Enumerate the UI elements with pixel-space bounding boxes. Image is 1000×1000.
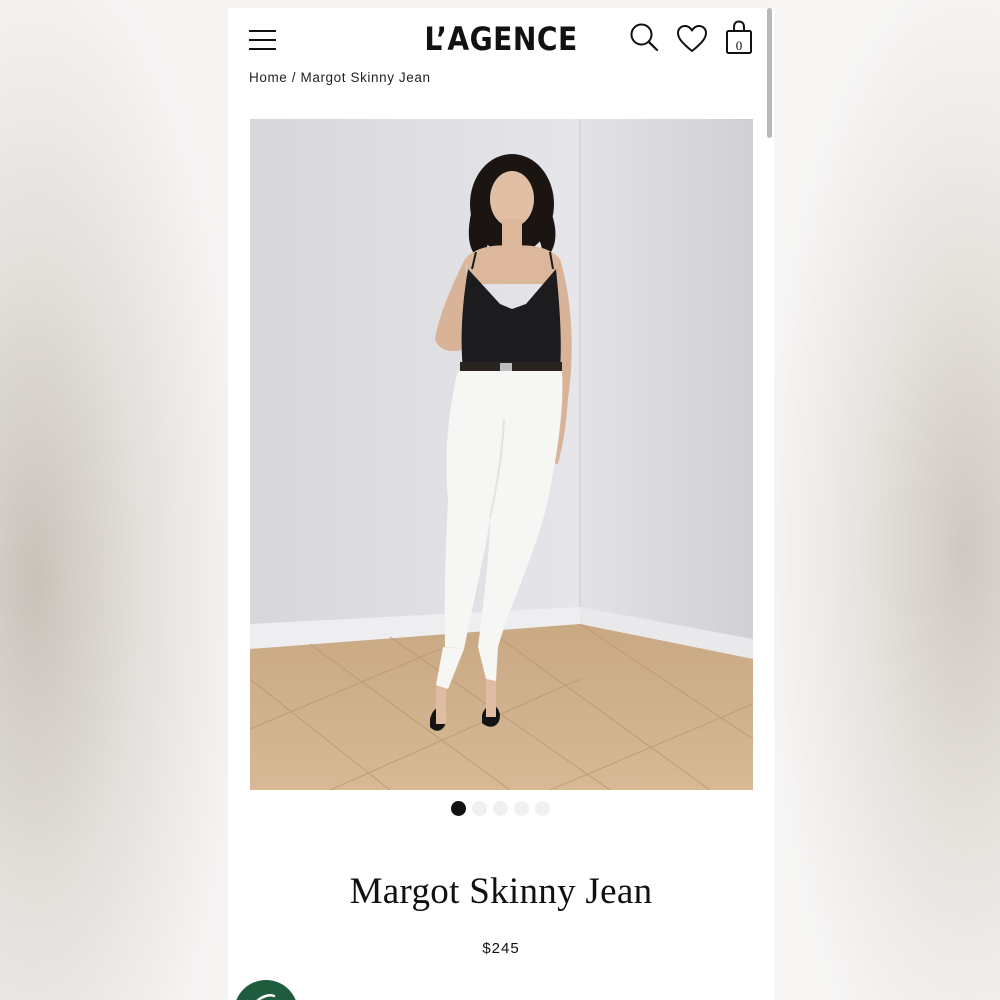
mobile-page: L’AGENCE 0 Home / Margot Skinny Jean Mar… <box>228 8 774 1000</box>
breadcrumb-home[interactable]: Home <box>249 70 287 85</box>
carousel-dot-4[interactable] <box>514 801 529 816</box>
chat-icon <box>256 994 276 1000</box>
search-icon[interactable] <box>629 22 659 52</box>
carousel-dot-3[interactable] <box>493 801 508 816</box>
product-price: $245 <box>482 940 520 957</box>
carousel-dot-5[interactable] <box>535 801 550 816</box>
background-right <box>774 0 1000 1000</box>
brand-logo[interactable]: L’AGENCE <box>261 20 741 58</box>
heart-icon[interactable] <box>676 24 708 54</box>
product-title: Margot Skinny Jean <box>349 871 653 912</box>
breadcrumb-separator: / <box>291 70 297 85</box>
image-carousel-dots <box>451 801 550 816</box>
carousel-dot-1[interactable] <box>451 801 466 816</box>
breadcrumb-current: Margot Skinny Jean <box>300 70 431 85</box>
chat-button[interactable] <box>234 980 298 1000</box>
carousel-dot-2[interactable] <box>472 801 487 816</box>
site-header: L’AGENCE 0 <box>228 8 774 72</box>
shopping-bag-icon[interactable]: 0 <box>725 20 753 56</box>
cart-count: 0 <box>735 38 743 53</box>
background-left <box>0 0 228 1000</box>
breadcrumb: Home / Margot Skinny Jean <box>249 70 431 85</box>
product-image[interactable] <box>250 119 753 790</box>
